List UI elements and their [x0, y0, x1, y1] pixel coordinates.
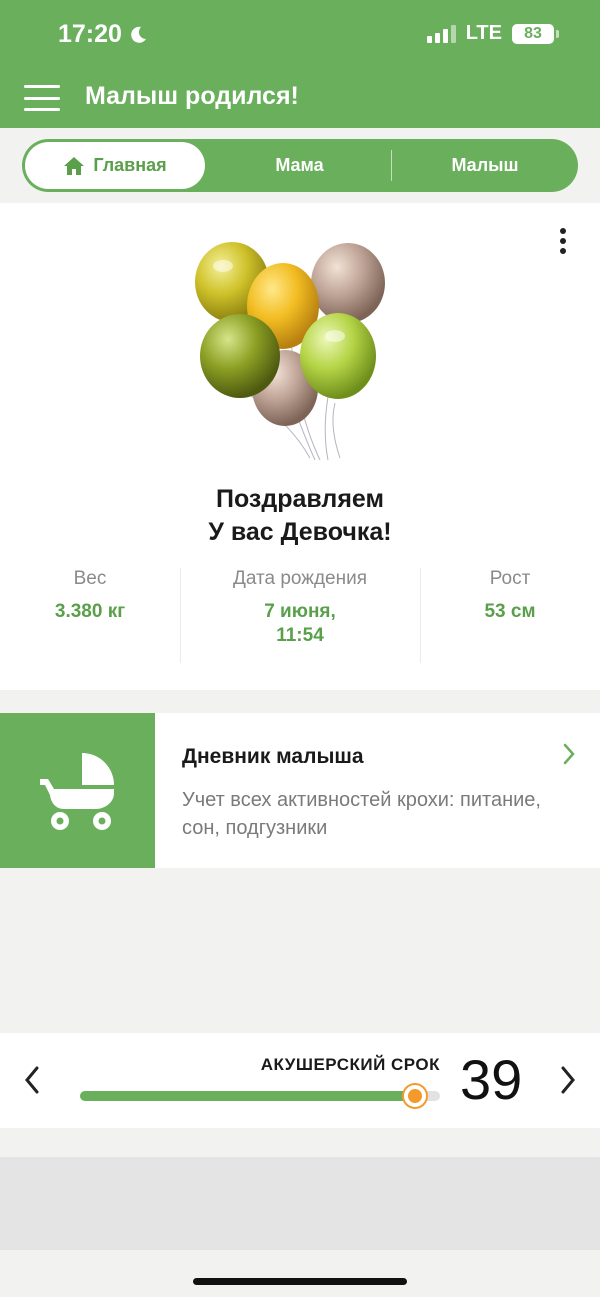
tab-mama[interactable]: Мама [207, 139, 392, 192]
stat-weight-label: Вес [73, 568, 107, 589]
status-bar: 17:20 LTE 83 [0, 0, 600, 72]
diary-icon-box [0, 713, 155, 868]
stroller-icon [39, 752, 114, 830]
baby-diary-card[interactable]: Дневник малыша Учет всех активностей кро… [0, 713, 600, 868]
congrats-heading: Поздравляем У вас Девочка! [0, 483, 600, 549]
tab-mama-label: Мама [275, 155, 324, 175]
obstetric-term-bar: АКУШЕРСКИЙ СРОК 39 [0, 1033, 600, 1128]
segmented-tabs: Главная Мама Малыш [22, 139, 578, 192]
congrats-line1: Поздравляем [216, 485, 384, 513]
diary-description: Учет всех активностей крохи: питание, со… [182, 789, 541, 839]
term-slider[interactable] [80, 1085, 440, 1107]
stat-weight-value: 3.380 кг [54, 601, 126, 622]
app-bar: Малыш родился! [0, 72, 600, 128]
status-time: 17:20 [58, 20, 148, 49]
term-slider-thumb[interactable] [403, 1085, 426, 1107]
network-label: LTE [465, 22, 502, 44]
stat-height-value: 53 см [484, 601, 536, 622]
page-title: Малыш родился! [85, 82, 299, 110]
battery-icon: 83 [512, 23, 559, 44]
stat-height-label: Рост [489, 568, 531, 589]
moon-icon [131, 26, 146, 43]
bottom-banner-area [0, 1157, 600, 1250]
congrats-card: Поздравляем У вас Девочка! Вес 3.380 кг … [0, 203, 600, 690]
more-options-icon[interactable] [553, 226, 573, 256]
balloons-image [195, 242, 385, 461]
home-icon [64, 156, 85, 175]
chevron-right-icon[interactable] [560, 1065, 576, 1095]
tab-baby-label: Малыш [451, 155, 519, 175]
status-indicators: LTE 83 [426, 22, 559, 45]
birth-stats: Вес 3.380 кг Дата рождения 7 июня, 11:54… [0, 568, 600, 663]
congrats-line2: У вас Девочка! [208, 518, 392, 546]
stat-birthdate-date: 7 июня, [264, 601, 336, 622]
status-time-text: 17:20 [58, 20, 122, 48]
signal-icon [426, 24, 456, 43]
stat-height: Рост 53 см [420, 568, 600, 624]
term-week-number: 39 [460, 1048, 523, 1111]
battery-level: 83 [524, 24, 542, 42]
menu-icon[interactable] [24, 84, 60, 112]
home-indicator[interactable] [193, 1278, 407, 1285]
tabs-container: Главная Мама Малыш [0, 128, 600, 203]
tab-home-label: Главная [93, 155, 167, 175]
stat-birthdate-value: 7 июня, 11:54 [180, 600, 420, 648]
tab-home[interactable]: Главная [25, 142, 205, 189]
tab-baby[interactable]: Малыш [392, 139, 578, 192]
chevron-right-icon [563, 743, 575, 765]
stat-birthdate-time: 11:54 [276, 625, 324, 646]
stat-weight: Вес 3.380 кг [0, 568, 180, 624]
term-label: АКУШЕРСКИЙ СРОК [260, 1055, 440, 1074]
term-slider-fill [80, 1091, 415, 1101]
stat-birthdate-label: Дата рождения [232, 568, 368, 589]
chevron-left-icon[interactable] [24, 1065, 40, 1095]
stat-birthdate: Дата рождения 7 июня, 11:54 [180, 568, 420, 648]
diary-title: Дневник малыша [182, 745, 364, 768]
